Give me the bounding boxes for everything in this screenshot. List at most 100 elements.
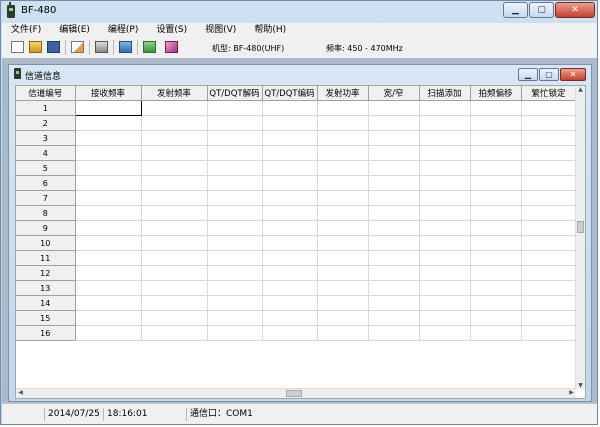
grid-cell[interactable]: [75, 310, 142, 326]
vertical-scrollbar[interactable]: ▲ ▼: [575, 86, 585, 389]
grid-cell[interactable]: [207, 130, 263, 146]
grid-cell[interactable]: [207, 115, 263, 131]
grid-cell[interactable]: [419, 205, 471, 221]
grid-cell[interactable]: [521, 115, 577, 131]
grid-cell[interactable]: [262, 145, 318, 161]
write-radio-icon[interactable]: [143, 41, 156, 53]
grid-cell[interactable]: [368, 190, 420, 206]
col-scan-add[interactable]: 扫描添加: [419, 86, 471, 101]
grid-cell[interactable]: [262, 100, 318, 116]
col-rx-freq[interactable]: 接收频率: [75, 86, 142, 101]
grid-cell[interactable]: [368, 325, 420, 341]
col-qt-encode[interactable]: QT/DQT编码: [262, 86, 318, 101]
vertical-scroll-thumb[interactable]: [577, 221, 584, 233]
grid-cell[interactable]: [262, 115, 318, 131]
grid-cell[interactable]: [470, 265, 522, 281]
new-file-icon[interactable]: [11, 41, 24, 53]
grid-cell[interactable]: [470, 205, 522, 221]
grid-cell[interactable]: [419, 130, 471, 146]
grid-cell[interactable]: [207, 175, 263, 191]
grid-cell[interactable]: [419, 235, 471, 251]
grid-cell[interactable]: [207, 235, 263, 251]
grid-cell[interactable]: [141, 145, 208, 161]
grid-cell[interactable]: [368, 265, 420, 281]
grid-cell[interactable]: [207, 100, 263, 116]
grid-cell[interactable]: [262, 160, 318, 176]
grid-cell[interactable]: [207, 205, 263, 221]
grid-cell[interactable]: [419, 115, 471, 131]
row-channel-number[interactable]: 14: [16, 295, 76, 311]
scroll-right-icon[interactable]: ▶: [567, 389, 576, 396]
grid-cell[interactable]: [470, 115, 522, 131]
grid-cell[interactable]: [368, 130, 420, 146]
grid-cell[interactable]: [368, 100, 420, 116]
scroll-left-icon[interactable]: ◀: [16, 389, 25, 396]
scroll-up-icon[interactable]: ▲: [576, 86, 585, 93]
grid-cell[interactable]: [317, 310, 369, 326]
grid-cell[interactable]: [141, 100, 208, 116]
grid-cell[interactable]: [419, 160, 471, 176]
grid-cell[interactable]: [317, 175, 369, 191]
grid-cell[interactable]: [75, 265, 142, 281]
row-channel-number[interactable]: 4: [16, 145, 76, 161]
col-tx-freq[interactable]: 发射频率: [141, 86, 208, 101]
grid-cell[interactable]: [521, 250, 577, 266]
grid-cell[interactable]: [521, 325, 577, 341]
grid-cell[interactable]: [521, 145, 577, 161]
grid-cell[interactable]: [262, 220, 318, 236]
grid-cell[interactable]: [419, 280, 471, 296]
book-icon[interactable]: [165, 41, 178, 53]
child-close-button[interactable]: ✕: [560, 68, 586, 81]
grid-cell[interactable]: [368, 280, 420, 296]
grid-cell[interactable]: [207, 310, 263, 326]
grid-cell[interactable]: [470, 130, 522, 146]
menu-edit[interactable]: 编辑(E): [50, 23, 99, 38]
row-channel-number[interactable]: 16: [16, 325, 76, 341]
grid-cell[interactable]: [262, 190, 318, 206]
grid-cell[interactable]: [368, 310, 420, 326]
row-channel-number[interactable]: 3: [16, 130, 76, 146]
grid-cell[interactable]: [317, 220, 369, 236]
grid-cell[interactable]: [521, 190, 577, 206]
horizontal-scroll-thumb[interactable]: [286, 390, 302, 397]
scroll-down-icon[interactable]: ▼: [576, 382, 585, 389]
row-channel-number[interactable]: 9: [16, 220, 76, 236]
grid-cell[interactable]: [141, 325, 208, 341]
grid-cell[interactable]: [75, 220, 142, 236]
col-qt-decode[interactable]: QT/DQT解码: [207, 86, 263, 101]
grid-cell[interactable]: [75, 250, 142, 266]
grid-cell[interactable]: [368, 145, 420, 161]
grid-cell[interactable]: [141, 310, 208, 326]
row-channel-number[interactable]: 10: [16, 235, 76, 251]
grid-cell[interactable]: [207, 280, 263, 296]
grid-cell[interactable]: [75, 280, 142, 296]
grid-cell[interactable]: [368, 205, 420, 221]
grid-cell[interactable]: [317, 250, 369, 266]
grid-cell[interactable]: [521, 100, 577, 116]
grid-cell[interactable]: [141, 160, 208, 176]
grid-cell[interactable]: [317, 325, 369, 341]
grid-cell[interactable]: [470, 160, 522, 176]
grid-cell[interactable]: [317, 280, 369, 296]
grid-cell[interactable]: [470, 235, 522, 251]
row-channel-number[interactable]: 11: [16, 250, 76, 266]
grid-cell[interactable]: [262, 280, 318, 296]
grid-cell[interactable]: [470, 250, 522, 266]
grid-cell[interactable]: [141, 295, 208, 311]
grid-cell[interactable]: [521, 220, 577, 236]
grid-cell[interactable]: [262, 235, 318, 251]
menu-help[interactable]: 帮助(H): [245, 23, 295, 38]
grid-cell[interactable]: [317, 235, 369, 251]
col-channel-no[interactable]: 信道编号: [16, 86, 76, 101]
grid-cell[interactable]: [207, 250, 263, 266]
grid-cell[interactable]: [470, 310, 522, 326]
grid-cell[interactable]: [521, 265, 577, 281]
grid-cell[interactable]: [317, 160, 369, 176]
col-bandwidth[interactable]: 宽/窄: [368, 86, 420, 101]
grid-cell[interactable]: [75, 175, 142, 191]
grid-cell[interactable]: [207, 325, 263, 341]
grid-cell[interactable]: [262, 175, 318, 191]
grid-cell[interactable]: [74, 100, 142, 116]
edit-icon[interactable]: [71, 41, 84, 53]
row-channel-number[interactable]: 2: [16, 115, 76, 131]
